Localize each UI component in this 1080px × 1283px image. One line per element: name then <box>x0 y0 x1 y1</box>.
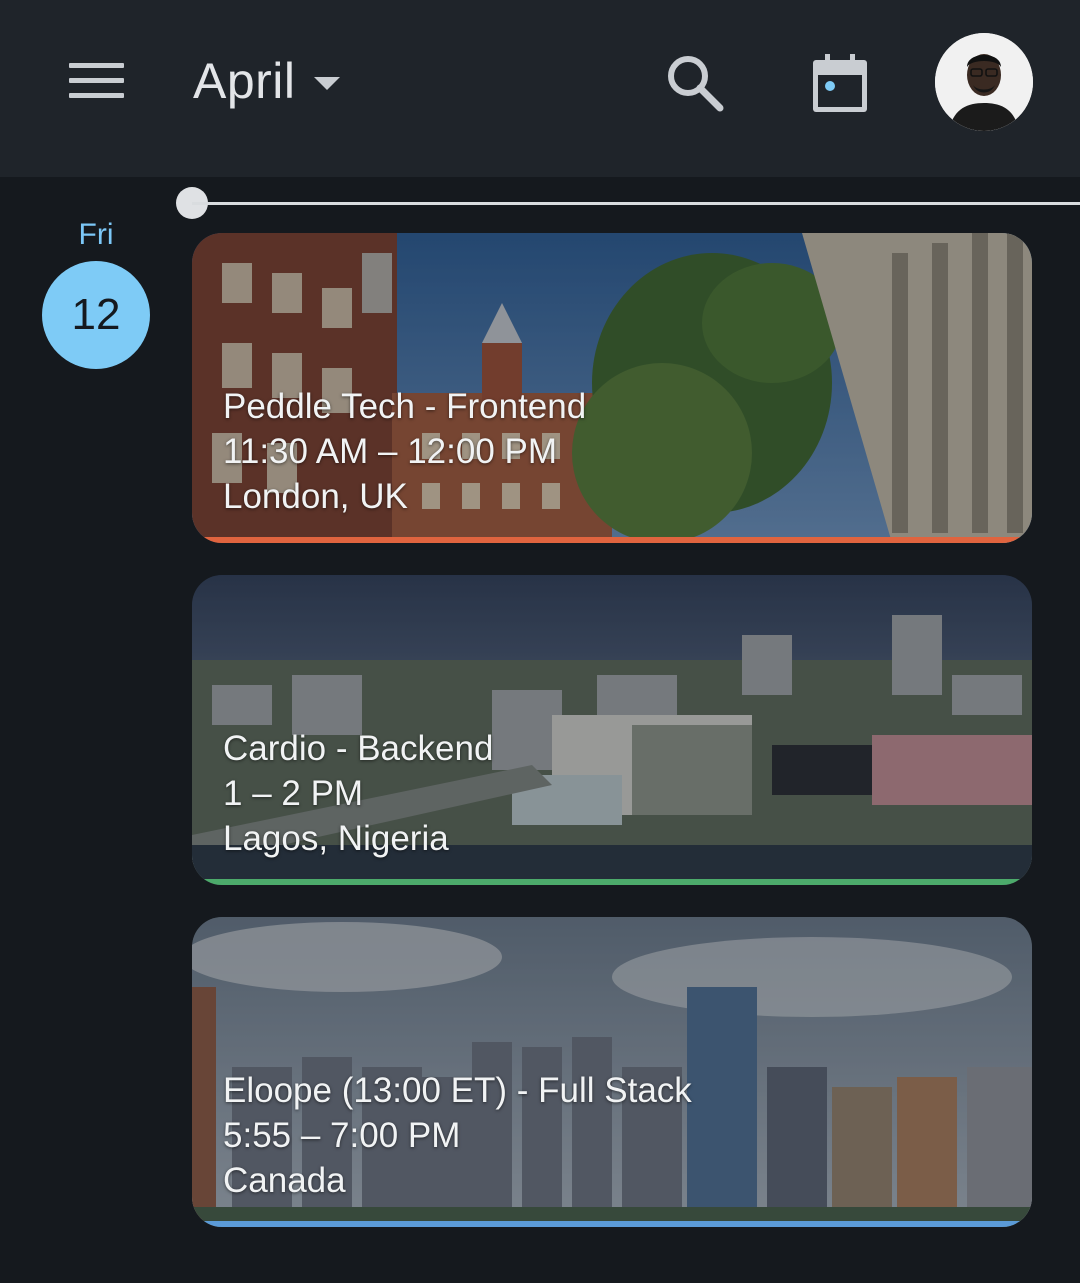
user-avatar[interactable] <box>935 33 1033 131</box>
event-card[interactable]: Eloope (13:00 ET) - Full Stack 5:55 – 7:… <box>192 917 1032 1227</box>
hamburger-menu-icon <box>68 62 124 68</box>
search-button[interactable] <box>662 50 728 116</box>
event-time: 5:55 – 7:00 PM <box>223 1116 461 1155</box>
event-title: Cardio - Backend <box>223 729 494 768</box>
event-title: Peddle Tech - Frontend <box>223 387 587 426</box>
event-details: Peddle Tech - Frontend 11:30 AM – 12:00 … <box>223 384 586 519</box>
search-icon <box>668 56 724 112</box>
current-time-line <box>192 202 1080 205</box>
menu-button[interactable] <box>60 50 132 110</box>
today-button[interactable] <box>806 48 874 118</box>
event-color-bar <box>192 537 1032 543</box>
avatar-portrait-icon <box>935 33 1033 131</box>
event-time: 11:30 AM – 12:00 PM <box>223 432 558 471</box>
event-time: 1 – 2 PM <box>223 774 364 813</box>
event-title: Eloope (13:00 ET) - Full Stack <box>223 1071 692 1110</box>
event-details: Cardio - Backend 1 – 2 PM Lagos, Nigeria <box>223 726 493 861</box>
calendar-today-icon <box>813 54 867 112</box>
event-details: Eloope (13:00 ET) - Full Stack 5:55 – 7:… <box>223 1068 692 1203</box>
weekday-label: Fri <box>78 218 114 251</box>
event-location: Lagos, Nigeria <box>223 819 449 858</box>
app-bar: April <box>0 0 1080 177</box>
event-location: Canada <box>223 1161 346 1200</box>
chevron-down-icon <box>313 76 340 90</box>
event-color-bar <box>192 879 1032 885</box>
month-selector[interactable]: April <box>193 48 340 114</box>
event-card[interactable]: Peddle Tech - Frontend 11:30 AM – 12:00 … <box>192 233 1032 543</box>
event-location: London, UK <box>223 477 408 516</box>
event-card[interactable]: Cardio - Backend 1 – 2 PM Lagos, Nigeria <box>192 575 1032 885</box>
event-color-bar <box>192 1221 1032 1227</box>
month-label: April <box>193 53 296 109</box>
hamburger-line <box>68 77 124 83</box>
hamburger-line <box>68 92 124 98</box>
date-badge[interactable]: 12 <box>42 261 150 369</box>
